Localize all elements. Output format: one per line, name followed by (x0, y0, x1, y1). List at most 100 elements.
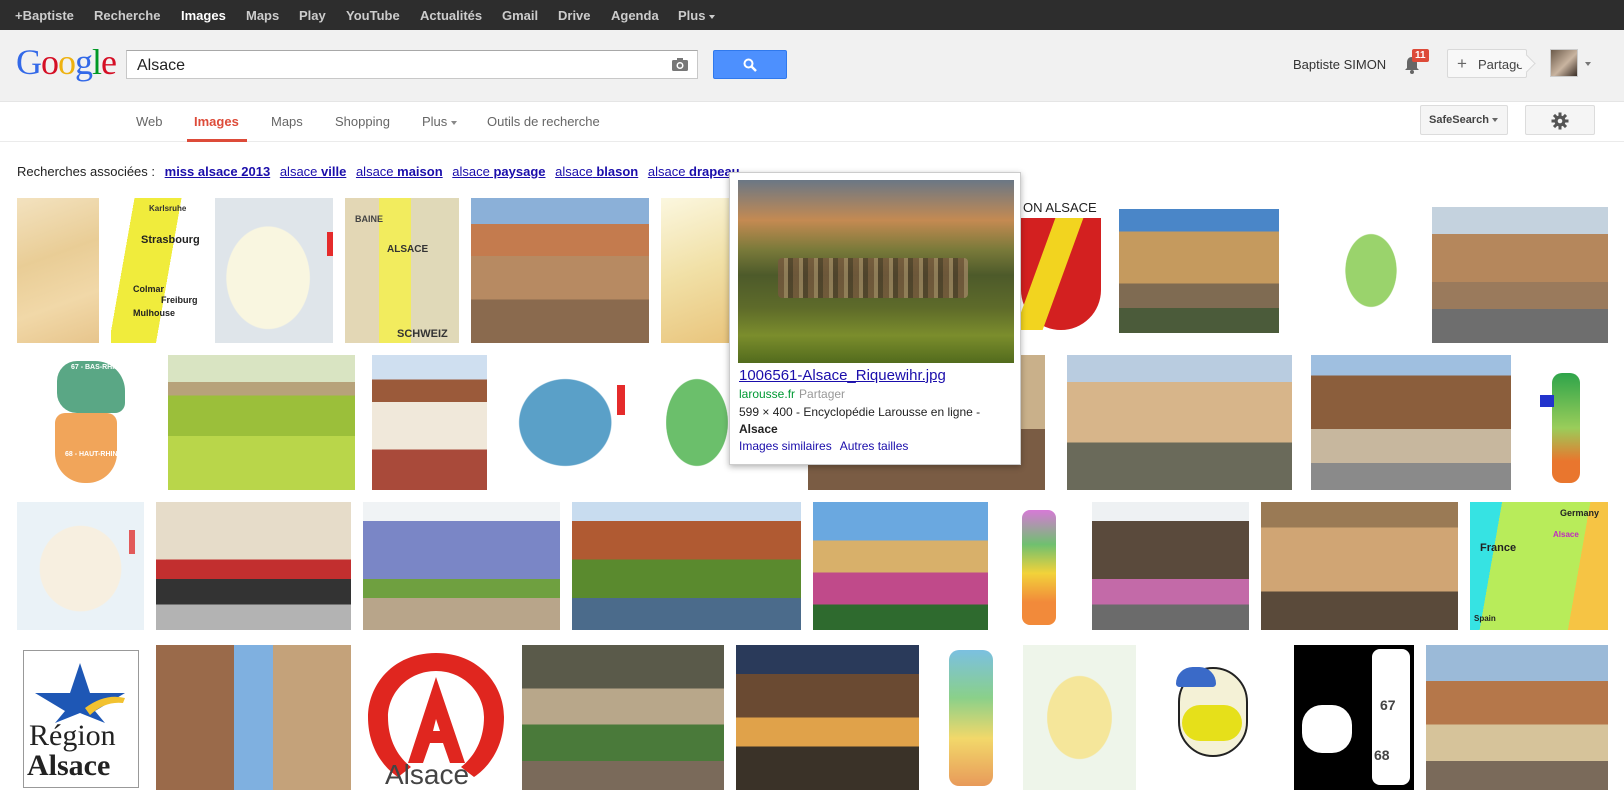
image-result[interactable] (572, 502, 801, 630)
image-result[interactable] (1426, 645, 1608, 790)
image-result[interactable]: Alsace (363, 645, 510, 790)
tab-shopping[interactable]: Shopping (335, 114, 390, 129)
image-result[interactable] (17, 502, 144, 630)
image-result[interactable] (522, 645, 724, 790)
gear-icon (1551, 112, 1569, 130)
image-result[interactable] (156, 502, 351, 630)
settings-button[interactable] (1525, 105, 1595, 135)
map-shape (1552, 373, 1580, 483)
logo-letter: o (58, 42, 76, 82)
tab-maps[interactable]: Maps (271, 114, 303, 129)
image-result[interactable] (1311, 355, 1511, 490)
related-link-bold: ville (317, 164, 347, 179)
topbar-item-gmail[interactable]: Gmail (502, 8, 538, 23)
image-result[interactable] (17, 198, 99, 343)
thumb-label: Alsace (27, 749, 111, 782)
image-result[interactable] (215, 198, 333, 343)
topbar-item-plus[interactable]: Plus (678, 8, 716, 23)
related-link[interactable]: alsace drapeau (648, 164, 740, 179)
thumb-label: Strasbourg (141, 234, 200, 246)
map-shape (949, 650, 993, 786)
topbar-item-agenda[interactable]: Agenda (611, 8, 659, 23)
account-name[interactable]: Baptiste SIMON (1293, 57, 1386, 72)
image-result[interactable] (363, 502, 560, 630)
tab-search-tools[interactable]: Outils de recherche (487, 114, 600, 129)
image-result[interactable] (156, 645, 351, 790)
topbar-item-recherche[interactable]: Recherche (94, 8, 160, 23)
image-result[interactable] (649, 355, 729, 490)
image-result[interactable] (499, 355, 637, 490)
camera-icon[interactable] (671, 57, 689, 72)
image-result[interactable] (372, 355, 487, 490)
map-marker (1540, 395, 1554, 407)
related-link[interactable]: alsace ville (280, 164, 347, 179)
image-result[interactable] (931, 645, 1011, 790)
search-button[interactable] (713, 50, 787, 79)
image-result[interactable]: Région Alsace (17, 645, 144, 790)
topbar-item-play[interactable]: Play (299, 8, 326, 23)
image-result[interactable] (1261, 502, 1458, 630)
related-link-bold: blason (592, 164, 639, 179)
tab-images[interactable]: Images (194, 114, 239, 129)
similar-images-link[interactable]: Images similaires (739, 439, 832, 453)
image-result[interactable] (1119, 209, 1279, 333)
topbar-item-drive[interactable]: Drive (558, 8, 591, 23)
topbar-item-actualites[interactable]: Actualités (420, 8, 482, 23)
image-result[interactable] (813, 502, 988, 630)
search-input[interactable]: Alsace (126, 50, 698, 79)
preview-title-link[interactable]: 1006561-Alsace_Riquewihr.jpg (739, 367, 946, 384)
image-result[interactable] (1432, 207, 1608, 343)
topbar-item-youtube[interactable]: YouTube (346, 8, 400, 23)
image-result[interactable] (1320, 198, 1422, 343)
image-result[interactable] (661, 198, 731, 343)
tab-web[interactable]: Web (136, 114, 163, 129)
topbar-item-images[interactable]: Images (181, 8, 226, 23)
other-sizes-link[interactable]: Autres tailles (840, 439, 909, 453)
image-result[interactable]: 67 - BAS-RHIN 68 - HAUT-RHIN (17, 355, 172, 490)
logo-letter: o (41, 42, 59, 82)
share-button[interactable]: + Partager (1447, 49, 1528, 78)
image-result[interactable]: 67 68 (1294, 645, 1414, 790)
preview-share-link[interactable]: Partager (799, 387, 845, 401)
search-icon (743, 58, 757, 72)
chevron-down-icon[interactable] (1585, 62, 1591, 66)
image-result[interactable] (1092, 502, 1249, 630)
map-shape (1022, 510, 1056, 625)
related-link[interactable]: alsace blason (555, 164, 638, 179)
image-result[interactable] (1522, 355, 1608, 490)
related-link[interactable]: alsace maison (356, 164, 443, 179)
active-tab-indicator (187, 139, 247, 142)
image-result[interactable] (1148, 645, 1281, 790)
chevron-down-icon (1491, 118, 1498, 123)
image-result[interactable] (168, 355, 355, 490)
image-result[interactable] (1000, 502, 1080, 630)
image-result[interactable]: BAINE ALSACE SCHWEIZ (345, 198, 459, 343)
safesearch-label: SafeSearch (1429, 114, 1489, 126)
image-result[interactable] (736, 645, 919, 790)
image-result[interactable] (471, 198, 649, 343)
image-result[interactable] (1023, 645, 1136, 790)
star-icon (35, 663, 125, 723)
preview-image[interactable] (738, 180, 1014, 363)
preview-domain[interactable]: larousse.fr (739, 387, 795, 401)
thumb-label: Freiburg (161, 295, 198, 305)
topbar-item-plus-baptiste[interactable]: +Baptiste (15, 8, 74, 23)
thumb-label: 67 (1380, 697, 1396, 713)
safesearch-button[interactable]: SafeSearch (1420, 105, 1508, 135)
topbar-item-maps[interactable]: Maps (246, 8, 279, 23)
image-result[interactable]: Germany Alsace France Spain (1470, 502, 1608, 630)
related-link[interactable]: miss alsace 2013 (165, 164, 271, 179)
plus-icon: + (1457, 54, 1467, 73)
image-result[interactable]: ON ALSACE (1021, 198, 1101, 343)
google-logo[interactable]: Google (16, 42, 117, 82)
related-link[interactable]: alsace paysage (452, 164, 545, 179)
notification-badge[interactable]: 11 (1412, 49, 1429, 62)
thumb-label: 68 - HAUT-RHIN (65, 451, 118, 458)
image-result[interactable]: Karlsruhe Strasbourg Colmar Freiburg Mul… (111, 198, 203, 343)
chevron-down-icon (709, 14, 716, 19)
tab-plus[interactable]: Plus (422, 114, 458, 129)
image-result[interactable] (1067, 355, 1292, 490)
avatar[interactable] (1550, 49, 1578, 77)
related-searches-label: Recherches associées : (17, 164, 156, 179)
search-tabs: Web Images Maps Shopping Plus Outils de … (0, 102, 1624, 142)
